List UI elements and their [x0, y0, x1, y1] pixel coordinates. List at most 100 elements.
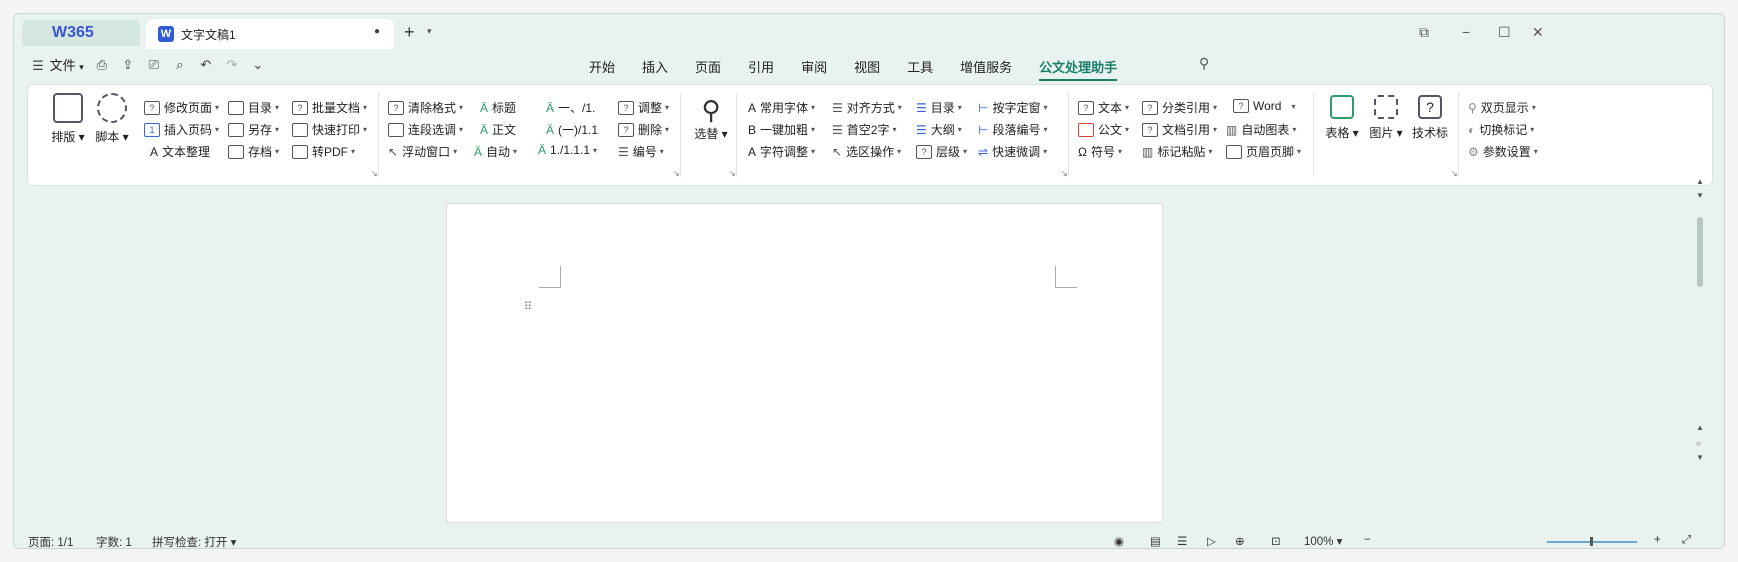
- select-replace-button[interactable]: ⚲ 选替 ▾: [688, 95, 734, 142]
- zoom-level[interactable]: 100% ▾: [1304, 534, 1342, 548]
- tab-tools[interactable]: 工具: [907, 57, 933, 81]
- tab-official-doc-assistant[interactable]: 公文处理助手: [1039, 57, 1118, 81]
- page-view-icon[interactable]: ▤: [1150, 534, 1161, 548]
- mark-paste-button[interactable]: ▥ 标记粘贴 ▾: [1142, 143, 1212, 160]
- file-menu[interactable]: ☰ 文件 ▾: [30, 55, 84, 74]
- parameter-settings-button[interactable]: ⚙ 参数设置 ▾: [1468, 143, 1538, 160]
- toggle-mark-button[interactable]: ◐ 切换标记 ▾: [1468, 121, 1534, 138]
- print-icon[interactable]: ⎚: [146, 57, 162, 73]
- dual-page-display-button[interactable]: ⚲ 双页显示 ▾: [1468, 99, 1536, 116]
- alignment-button[interactable]: ☰ 对齐方式 ▾: [832, 99, 902, 116]
- word-button[interactable]: ? Word ▾: [1233, 99, 1295, 113]
- page-nav-icon[interactable]: ○: [1696, 439, 1701, 448]
- undo-icon[interactable]: ↶: [198, 57, 214, 73]
- save-as-button[interactable]: 另存 ▾: [228, 121, 279, 138]
- modify-page-button[interactable]: ? 修改页面 ▾: [144, 99, 219, 116]
- auto-chart-button[interactable]: ▥ 自动图表 ▾: [1226, 121, 1296, 138]
- zoom-slider-knob[interactable]: [1590, 537, 1593, 546]
- search-icon[interactable]: ⚲: [1199, 55, 1209, 72]
- drag-handle-icon[interactable]: ⠿: [524, 300, 532, 313]
- eye-protection-icon[interactable]: ◉: [1114, 534, 1124, 548]
- play-icon[interactable]: ▷: [1207, 534, 1216, 548]
- numbering-button[interactable]: ☰ 编号 ▾: [618, 143, 664, 160]
- technical-bid-button[interactable]: ? 技术标: [1408, 95, 1452, 141]
- tab-insert[interactable]: 插入: [642, 57, 668, 81]
- body-style-button[interactable]: Ä 正文: [480, 121, 516, 138]
- tab-review[interactable]: 审阅: [801, 57, 827, 81]
- share-icon[interactable]: ⇪: [120, 57, 136, 73]
- vertical-scrollbar[interactable]: ▲ ▼ ▲ ○ ▼: [1693, 177, 1709, 535]
- group-expand-icon[interactable]: ↘: [1061, 169, 1068, 178]
- batch-documents-button[interactable]: ? 批量文档 ▾: [292, 99, 367, 116]
- scroll-down-icon[interactable]: ▼: [1696, 191, 1704, 200]
- quick-print-button[interactable]: 快速打印 ▾: [292, 121, 367, 138]
- print-preview-icon[interactable]: ⌕: [172, 57, 188, 73]
- selection-operation-button[interactable]: ↖ 选区操作 ▾: [832, 143, 901, 160]
- page-count[interactable]: 页面: 1/1: [28, 534, 73, 548]
- archive-button[interactable]: 存档 ▾: [228, 143, 279, 160]
- level-button[interactable]: ? 层级 ▾: [916, 143, 967, 160]
- official-doc-button[interactable]: 公文 ▾: [1078, 121, 1129, 138]
- insert-page-number-button[interactable]: 1 插入页码 ▾: [144, 121, 219, 138]
- paragraph-numbering-button[interactable]: ⊢ 段落编号 ▾: [978, 121, 1047, 138]
- scroll-up-icon[interactable]: ▲: [1696, 423, 1704, 432]
- delete-button[interactable]: ? 删除 ▾: [618, 121, 669, 138]
- table-button[interactable]: 表格 ▾: [1320, 95, 1364, 141]
- spell-check-toggle[interactable]: 拼写检查: 打开 ▾: [152, 534, 236, 548]
- quick-finetune-button[interactable]: ⇌ 快速微调 ▾: [978, 143, 1047, 160]
- scroll-up-icon[interactable]: ▲: [1696, 177, 1704, 186]
- outline-view-icon[interactable]: ☰: [1177, 534, 1187, 548]
- group-expand-icon[interactable]: ↘: [371, 169, 378, 178]
- maximize-button[interactable]: ☐: [1498, 24, 1511, 41]
- toc-button[interactable]: 目录 ▾: [228, 99, 279, 116]
- redo-icon[interactable]: ↷: [224, 57, 240, 73]
- zoom-out-button[interactable]: −: [1364, 534, 1371, 546]
- text-organize-button[interactable]: A 文本整理: [150, 143, 210, 160]
- text-insert-button[interactable]: ? 文本 ▾: [1078, 99, 1129, 116]
- character-adjust-button[interactable]: A 字符调整 ▾: [748, 143, 815, 160]
- scrollbar-thumb[interactable]: [1697, 217, 1703, 287]
- group-expand-icon[interactable]: ↘: [673, 169, 680, 178]
- restore-window-icon[interactable]: ⧉: [1419, 24, 1429, 41]
- clear-format-button[interactable]: ? 清除格式 ▾: [388, 99, 463, 116]
- numbering-level3-button[interactable]: Ä 1./1.1.1 ▾: [538, 143, 597, 157]
- header-footer-button[interactable]: 页眉页脚 ▾: [1226, 143, 1301, 160]
- fit-page-icon[interactable]: ⊡: [1271, 534, 1281, 548]
- document-tab[interactable]: W 文字文稿1 ●: [146, 19, 394, 49]
- minimize-button[interactable]: −: [1462, 24, 1470, 40]
- new-tab-dropdown-icon[interactable]: ▾: [427, 26, 432, 37]
- to-pdf-button[interactable]: 转PDF ▾: [292, 143, 355, 160]
- tab-start[interactable]: 开始: [589, 57, 615, 81]
- adjust-button[interactable]: ? 调整 ▾: [618, 99, 669, 116]
- group-expand-icon[interactable]: ↘: [1451, 169, 1458, 178]
- tab-view[interactable]: 视图: [854, 57, 880, 81]
- tab-page[interactable]: 页面: [695, 57, 721, 81]
- wps365-home-tab[interactable]: W365: [22, 20, 140, 46]
- save-icon[interactable]: ⎙: [94, 57, 110, 73]
- numbering-level1-button[interactable]: Ä 一、/1.: [546, 99, 595, 116]
- char-window-button[interactable]: ⊢ 按字定窗 ▾: [978, 99, 1047, 116]
- web-view-icon[interactable]: ⊕: [1235, 534, 1245, 548]
- image-button[interactable]: 图片 ▾: [1364, 95, 1408, 141]
- numbering-level2-button[interactable]: Ä (一)/1.1: [546, 121, 598, 138]
- document-reference-button[interactable]: ? 文档引用 ▾: [1142, 121, 1217, 138]
- layout-button[interactable]: 排版 ▾: [46, 93, 90, 145]
- tab-value-added[interactable]: 增值服务: [960, 57, 1012, 81]
- category-reference-button[interactable]: ? 分类引用 ▾: [1142, 99, 1217, 116]
- one-click-bold-button[interactable]: B 一键加粗 ▾: [748, 121, 815, 138]
- close-window-button[interactable]: ✕: [1532, 24, 1544, 41]
- outline-button[interactable]: ☰ 大纲 ▾: [916, 121, 962, 138]
- new-tab-button[interactable]: +: [404, 22, 415, 43]
- common-fonts-button[interactable]: A 常用字体 ▾: [748, 99, 815, 116]
- document-page[interactable]: ⠿: [446, 203, 1163, 523]
- more-dropdown-icon[interactable]: ⌄: [250, 57, 266, 73]
- symbol-button[interactable]: Ω 符号 ▾: [1078, 143, 1122, 160]
- zoom-in-button[interactable]: +: [1654, 534, 1661, 546]
- auto-style-button[interactable]: Ä 自动 ▾: [474, 143, 517, 160]
- paragraph-select-button[interactable]: 连段选调 ▾: [388, 121, 463, 138]
- tab-references[interactable]: 引用: [748, 57, 774, 81]
- scroll-down-icon[interactable]: ▼: [1696, 453, 1704, 462]
- group-expand-icon[interactable]: ↘: [729, 169, 736, 178]
- fullscreen-icon[interactable]: ⤢: [1682, 534, 1691, 547]
- script-button[interactable]: 脚本 ▾: [90, 93, 134, 145]
